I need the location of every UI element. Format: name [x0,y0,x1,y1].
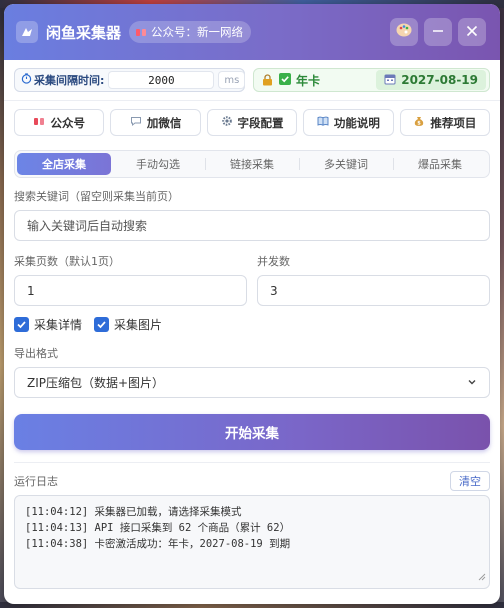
chevron-down-icon [467,376,477,390]
minimize-icon [431,23,445,42]
export-format-select[interactable]: ZIP压缩包（数据+图片） [14,367,490,398]
svg-text:$: $ [418,120,422,126]
app-logo-icon [16,21,38,43]
resize-grip-icon[interactable] [478,566,486,585]
clear-log-button[interactable]: 清空 [450,471,490,491]
instructions-button[interactable]: 功能说明 [303,109,394,136]
wechat-official-icon [135,26,147,38]
money-bag-icon: $ [413,115,425,130]
app-title: 闲鱼采集器 [46,23,122,42]
tab-manual-select[interactable]: 手动勾选 [111,153,205,175]
tab-multi-keyword[interactable]: 多关键词 [299,153,393,175]
tab-hot-items[interactable]: 爆品采集 [393,153,487,175]
export-format-value: ZIP压缩包（数据+图片） [27,376,165,390]
log-output[interactable]: [11:04:12] 采集器已加载，请选择采集模式 [11:04:13] API… [14,495,490,589]
gzh-button[interactable]: 公众号 [14,109,105,136]
log-line: [11:04:13] API 接口采集到 62 个商品（累计 62） [25,522,291,534]
log-line: [11:04:38] 卡密激活成功：年卡，2027-08-19 到期 [25,538,291,550]
book-icon [317,115,329,130]
add-wechat-button[interactable]: 加微信 [110,109,201,136]
lock-icon [262,71,273,90]
field-config-button[interactable]: 字段配置 [206,109,298,136]
interval-unit: ms [218,71,246,89]
recommended-projects-button[interactable]: $ 推荐项目 [399,109,491,136]
checkbox-checked-icon [94,317,110,332]
action-toolbar: 公众号 加微信 字段配置 功能说明 $ 推荐项目 [4,101,500,136]
wechat-official-icon [33,115,45,130]
tab-link-collect[interactable]: 链接采集 [205,153,299,175]
keyword-label: 搜索关键词（留空则采集当前页） [14,190,179,203]
log-line: [11:04:12] 采集器已加载，请选择采集模式 [25,506,242,518]
titlebar[interactable]: 闲鱼采集器 公众号：新一网络 [4,4,500,60]
license-expiry: 2027-08-19 [376,70,486,90]
interval-label: 采集间隔时间: [21,72,104,88]
close-icon [465,23,479,42]
license-status: 年卡 2027-08-19 [253,68,490,92]
stopwatch-icon [21,73,32,87]
collect-form: 搜索关键词（留空则采集当前页） 输入关键词后自动搜索 采集页数（默认1页） 1 … [4,188,500,398]
collect-detail-checkbox[interactable]: 采集详情 [14,316,82,333]
minimize-button[interactable] [424,18,452,46]
export-format-label: 导出格式 [14,347,58,360]
collector-window: 闲鱼采集器 公众号：新一网络 采集间隔时间: 2000 ms 年卡 2027-0… [4,4,500,604]
concurrency-input[interactable]: 3 [257,275,490,306]
log-title: 运行日志 [14,475,58,488]
palette-icon [395,21,413,43]
checkbox-checked-icon [14,317,29,332]
start-collect-button[interactable]: 开始采集 [14,414,490,450]
license-type: 年卡 [279,72,320,89]
gzh-badge: 公众号：新一网络 [129,21,252,43]
calendar-icon [384,73,396,88]
mode-tabs: 全店采集 手动勾选 链接采集 多关键词 爆品采集 [14,150,490,178]
concurrency-label: 并发数 [257,255,290,268]
gzh-badge-label: 公众号：新一网络 [151,25,244,39]
chat-bubble-icon [130,115,142,130]
gear-icon [221,115,233,130]
interval-setting: 采集间隔时间: ms [14,68,246,92]
collect-images-checkbox[interactable]: 采集图片 [94,316,162,333]
keyword-input[interactable]: 输入关键词后自动搜索 [14,210,490,241]
interval-input[interactable] [108,71,215,89]
tab-full-store[interactable]: 全店采集 [17,153,111,175]
theme-button[interactable] [390,18,418,46]
pages-input[interactable]: 1 [14,275,247,306]
close-button[interactable] [458,18,486,46]
pages-label: 采集页数（默认1页） [14,255,120,268]
check-mark-icon [279,72,291,88]
